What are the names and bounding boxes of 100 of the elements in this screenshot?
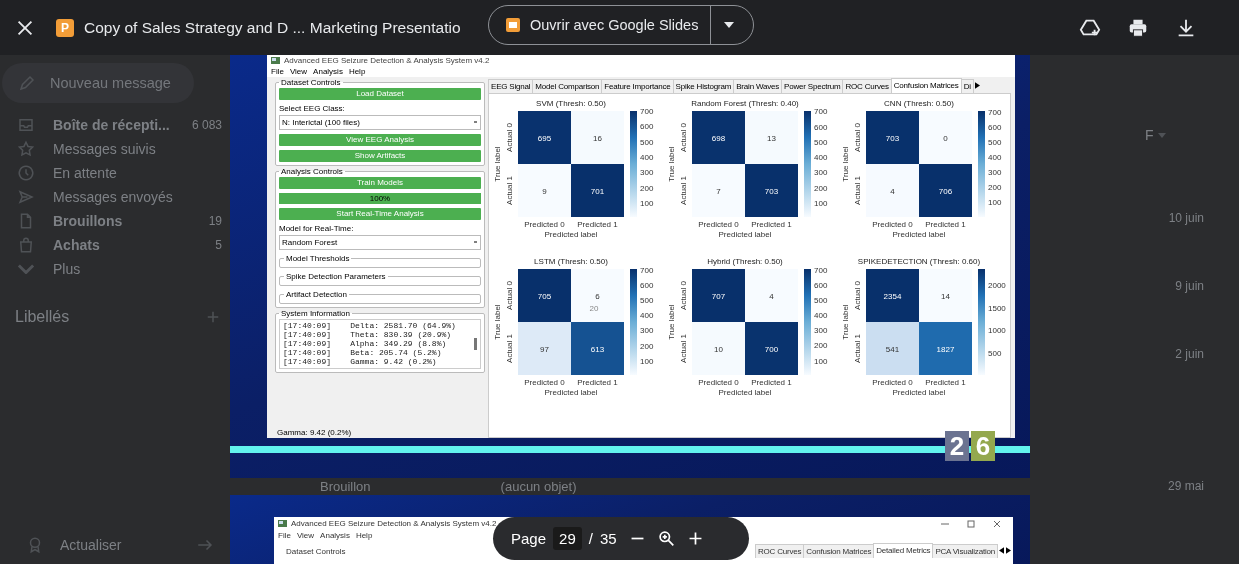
colorbar-tick-label: 600 xyxy=(988,122,1002,132)
status-text: Gamma: 9.42 (0.2%) xyxy=(276,427,353,438)
log-line: [17:40:09] Theta: 830.39 (20.9%) xyxy=(283,330,453,339)
cell-value: 97 xyxy=(540,344,549,354)
x-axis-label: Predicted label xyxy=(892,388,946,397)
nav-item[interactable]: Achats 5 xyxy=(0,233,230,257)
colorbar-tick-label: 500 xyxy=(640,296,654,306)
heatmap-cell xyxy=(518,164,571,217)
tab[interactable]: PCA Visualization xyxy=(932,544,998,558)
x-tick-label: Predicted 1 xyxy=(751,378,792,387)
group-title: Artifact Detection xyxy=(285,290,348,299)
heatmap-cell xyxy=(692,269,745,322)
menu-item[interactable]: View xyxy=(296,531,315,540)
app-icon xyxy=(278,520,287,527)
menu-item[interactable]: Analysis xyxy=(313,67,343,76)
heatmap-cell xyxy=(571,111,624,164)
dropdown[interactable]: Random Forest xyxy=(279,235,481,250)
nav-item[interactable]: Plus xyxy=(0,257,230,281)
cell-value: 16 xyxy=(593,133,602,143)
heatmap-cell xyxy=(745,322,798,375)
heatmap-cell xyxy=(518,111,571,164)
cell-value: 695 xyxy=(537,133,552,143)
nav-item[interactable]: En attente xyxy=(0,161,230,185)
tab[interactable]: Power Spectrum xyxy=(781,79,844,93)
y-axis-label: True label xyxy=(667,304,676,340)
matrix-title: SPIKEDETECTION (Thresh: 0.60) xyxy=(857,257,981,266)
group-title: Dataset Controls xyxy=(280,78,342,87)
x-tick-label: Predicted 1 xyxy=(751,220,792,229)
filter-chip[interactable]: F xyxy=(1145,127,1166,143)
page-total: 35 xyxy=(599,530,617,547)
group-title: System Information xyxy=(280,309,351,318)
heatmap-cell xyxy=(518,269,571,322)
y-tick-label: Actual 1 xyxy=(853,334,862,363)
cell-value: 6 xyxy=(595,291,600,301)
group-title: Dataset Controls xyxy=(286,547,346,556)
colorbar-tick-label: 500 xyxy=(988,137,1002,147)
y-axis-label: True label xyxy=(493,146,502,182)
x-tick-label: Predicted 0 xyxy=(698,378,739,387)
x-tick-label: Predicted 1 xyxy=(925,378,966,387)
nav-icon xyxy=(17,140,35,158)
heatmap-cell xyxy=(571,322,624,375)
tab[interactable]: ROC Curves xyxy=(755,544,805,558)
menu-item[interactable]: Help xyxy=(348,67,366,76)
caret-icon xyxy=(724,22,735,28)
cell-value: 2354 xyxy=(883,291,902,301)
labels-heading: Libellés xyxy=(15,308,70,326)
colorbar-tick-label: 600 xyxy=(640,122,654,132)
tab[interactable]: EEG Signal xyxy=(488,79,534,93)
page-input[interactable]: 29 xyxy=(553,527,582,550)
heatmap-cell xyxy=(919,111,972,164)
heatmap-cell xyxy=(866,111,919,164)
tab[interactable]: Confusion Matrices xyxy=(890,78,962,93)
y-tick-label: Actual 1 xyxy=(505,334,514,363)
dropdown[interactable]: N: Interictal (100 files) xyxy=(279,115,481,130)
nav-item[interactable]: Messages envoyés xyxy=(0,185,230,209)
file-type-badge: P xyxy=(56,18,74,37)
slides-icon xyxy=(505,17,521,33)
tab[interactable]: Model Comparison xyxy=(532,79,603,93)
mail-date: 10 juin xyxy=(1168,211,1204,225)
tab[interactable]: Feature Importance xyxy=(601,79,674,93)
heatmap-cell xyxy=(745,111,798,164)
tab[interactable]: Spike Histogram xyxy=(672,79,735,93)
heatmap-cell xyxy=(745,269,798,322)
maximize-icon[interactable] xyxy=(967,519,975,528)
cell-value: 1827 xyxy=(936,344,955,354)
menu-item[interactable]: Help xyxy=(355,531,373,540)
colorbar-tick-label: 100 xyxy=(640,199,654,209)
menu-item[interactable]: Analysis xyxy=(320,531,350,540)
menu-item[interactable]: File xyxy=(278,531,291,540)
nav-item[interactable]: Boîte de récepti... 6 083 xyxy=(0,113,230,137)
nav-item[interactable]: Messages suivis xyxy=(0,137,230,161)
group-title: Spike Detection Parameters xyxy=(285,272,387,281)
colorbar-tick-label: 400 xyxy=(988,152,1002,162)
heatmap-cell xyxy=(866,164,919,217)
mail-date: 2 juin xyxy=(1175,347,1204,361)
x-axis-label: Predicted label xyxy=(892,230,946,239)
heatmap-cell xyxy=(692,164,745,217)
colorbar-tick-label: 2000 xyxy=(988,281,1006,291)
scroll-right-icon[interactable] xyxy=(1006,547,1011,554)
colorbar-tick-label: 200 xyxy=(988,182,1002,192)
tab[interactable]: Confusion Matrices xyxy=(803,544,875,558)
heatmap-cell xyxy=(745,164,798,217)
x-tick-label: Predicted 0 xyxy=(698,220,739,229)
cell-value: 701 xyxy=(590,186,605,196)
cell-value: 613 xyxy=(590,344,605,354)
heatmap-cell xyxy=(919,269,972,322)
x-axis-label: Predicted label xyxy=(718,230,772,239)
nav-item[interactable]: Brouillons 19 xyxy=(0,209,230,233)
upgrade-link[interactable]: Actualiser xyxy=(60,537,122,553)
y-tick-label: Actual 0 xyxy=(853,123,862,152)
log-line: [17:40:09] Gamma: 9.42 (0.2%) xyxy=(283,357,438,366)
zoom-icon[interactable] xyxy=(657,530,675,547)
y-tick-label: Actual 1 xyxy=(853,176,862,205)
scrollbar[interactable] xyxy=(474,338,477,350)
colorbar-tick-label: 200 xyxy=(640,341,654,351)
heatmap-cell xyxy=(518,322,571,375)
heatmap-cell xyxy=(571,164,624,217)
menu-item[interactable]: File xyxy=(271,67,284,76)
x-tick-label: Predicted 1 xyxy=(925,220,966,229)
menu-item[interactable]: View xyxy=(289,67,308,76)
